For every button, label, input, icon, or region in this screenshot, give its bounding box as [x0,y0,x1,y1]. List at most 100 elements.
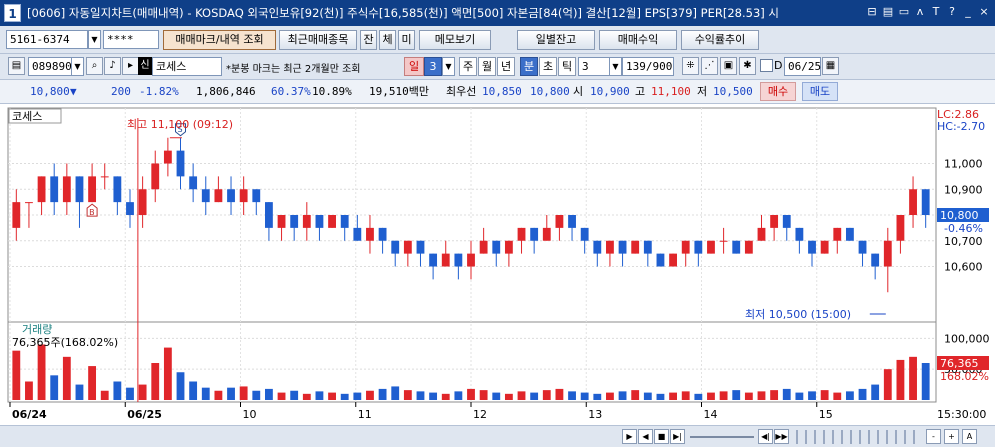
period-second-toggle[interactable]: 초 [539,57,557,76]
tick-dropdown-icon[interactable]: ▼ [609,57,622,76]
link-icon[interactable]: ⊟ [865,4,879,20]
period-dropdown-icon[interactable]: ▼ [442,57,455,76]
stock-name-field[interactable]: 코세스 [152,57,222,76]
speaker-icon[interactable]: ♪ [104,57,121,75]
candle-body [631,240,640,254]
period-day-toggle[interactable]: 일 [404,57,424,76]
trade-profit-button[interactable]: 매매수익 [599,30,677,50]
zoom-out-icon[interactable]: - [926,429,941,444]
code-dropdown-icon[interactable]: ▼ [71,57,84,76]
buy-button[interactable]: 매수 [760,82,796,101]
stop-icon[interactable]: ■ [654,429,669,444]
zoom-slider[interactable] [796,430,920,444]
volume-bar [921,363,930,400]
mark-query-button[interactable]: 매매마크/내역 조회 [163,30,276,50]
save-icon[interactable]: ▣ [720,57,737,75]
period-minute-toggle[interactable]: 분 [520,57,538,76]
x-tick-label: 13 [588,408,602,421]
volume-bar [517,391,526,400]
volume-bar [896,359,905,400]
data-count-field[interactable]: 139/900 [622,57,674,76]
play-icon[interactable]: ▶ [622,429,637,444]
calendar-icon[interactable]: ▦ [822,57,839,75]
window-number: 1 [4,4,21,22]
volume-bar [429,392,438,400]
executed-button[interactable]: 체 [379,30,396,50]
end-icon[interactable]: ▶| [670,429,685,444]
candlestick-chart[interactable]: BS 11,00010,90010,80010,70010,600100,000… [0,104,995,425]
candle-body [378,227,387,241]
search-icon[interactable]: ⌕ [86,57,103,75]
date-checkbox[interactable] [760,59,773,72]
close-icon[interactable]: × [977,4,991,20]
minute-mark-note: *분봉 마크는 최근 2개월만 조회 [226,64,361,75]
scroll-slider[interactable] [690,436,754,438]
volume-bar [100,390,109,400]
volume-bar [366,390,374,400]
current-price-percent: -0.46% [944,222,983,235]
volume-bar [12,350,21,400]
start-icon[interactable]: ◀| [758,429,773,444]
password-input[interactable]: **** [103,30,159,49]
volume-bar [201,387,210,400]
fast-forward-icon[interactable]: ▶▶ [774,429,789,444]
volume-bar [530,392,539,400]
volume-bar [88,366,97,400]
price-tick-label: 11,000 [944,158,983,171]
tick-value-input[interactable]: 3 [578,57,610,76]
restore-icon[interactable]: ▭ [897,4,911,20]
period-tick-toggle[interactable]: 틱 [558,57,576,76]
arrow-icon[interactable]: ▸ [122,57,139,75]
help-icon[interactable]: ? [945,4,959,20]
volume-bar [656,393,665,400]
chart-type-icon[interactable]: ▤ [8,57,25,75]
period-year-toggle[interactable]: 년 [497,57,515,76]
account-input[interactable]: 5161-6374 [6,30,88,49]
x-tick-label: 14 [704,408,718,421]
stock-code-input[interactable]: 089890 [28,57,72,76]
x-tick-label: 06/25 [127,408,162,421]
volume-bar [770,390,779,400]
yield-trend-button[interactable]: 수익률추이 [681,30,759,50]
volume-bar [189,381,198,400]
candle-body [707,240,715,254]
volume-bar [732,390,741,400]
volume-bar [883,369,892,400]
candle-body [782,215,791,228]
auto-fit-icon[interactable]: A [962,429,977,444]
account-dropdown-icon[interactable]: ▼ [88,30,101,49]
volume-bar [378,388,387,400]
candle-body [871,253,880,267]
minimize-icon[interactable]: _ [961,4,975,20]
chart-area[interactable]: BS 11,00010,90010,80010,70010,600100,000… [0,104,995,425]
sell-button[interactable]: 매도 [802,82,838,101]
candle-body [50,176,59,203]
unexecuted-button[interactable]: 미 [398,30,415,50]
price-change: 200 [111,85,131,98]
memo-button[interactable]: 메모보기 [419,30,491,50]
candle-body [265,202,273,228]
candle-body [100,176,109,178]
volume-bar [808,391,816,400]
candle-body [858,240,867,254]
candle-body [542,227,551,241]
line-tool-icon[interactable]: ⋰ [701,57,718,75]
candle-body [227,189,235,203]
hc-label: HC:-2.70 [937,120,985,133]
crosshair-icon[interactable]: ⁜ [682,57,699,75]
recent-trades-button[interactable]: 최근매매종목 [279,30,357,50]
price-tick-label: 10,600 [944,261,983,274]
back-icon[interactable]: ◀ [638,429,653,444]
up-icon[interactable]: ʌ [913,4,927,20]
date-input[interactable]: 06/25 [784,57,821,76]
zoom-in-icon[interactable]: + [944,429,959,444]
font-icon[interactable]: T [929,4,943,20]
balance-button[interactable]: 잔 [360,30,377,50]
gear-icon[interactable]: ✱ [739,57,756,75]
period-month-toggle[interactable]: 월 [478,57,496,76]
candle-body [353,227,362,241]
daily-balance-button[interactable]: 일별잔고 [517,30,595,50]
period-week-toggle[interactable]: 주 [459,57,477,76]
layout-icon[interactable]: ▤ [881,4,895,20]
period-day-value[interactable]: 3 [424,57,442,76]
